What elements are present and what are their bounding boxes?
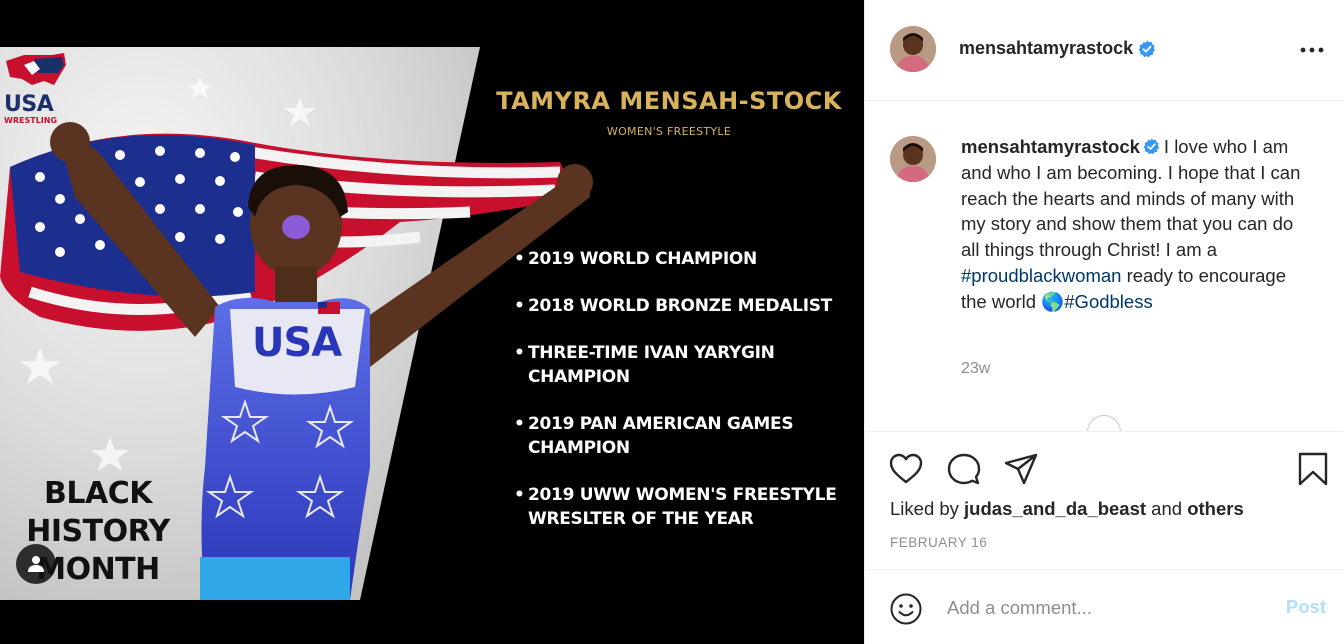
comment-icon[interactable]: [945, 450, 983, 488]
achievements-list: 2019 WORLD CHAMPION 2018 WORLD BRONZE ME…: [512, 247, 852, 554]
post-comment-button[interactable]: Post: [1286, 596, 1326, 618]
liked-prefix: Liked by: [890, 498, 965, 519]
usa-map-icon: [6, 53, 66, 85]
post-details-panel: mensahtamyrastock mensahtamyrastock I lo…: [864, 0, 1343, 644]
post-actions: Liked by judas_and_da_beast and others F…: [865, 431, 1343, 569]
hashtag-link[interactable]: #proudblackwoman: [961, 265, 1121, 286]
caption-username[interactable]: mensahtamyrastock: [961, 136, 1140, 157]
bookmark-icon[interactable]: [1296, 450, 1330, 488]
achievement-item: 2018 WORLD BRONZE MEDALIST: [512, 294, 852, 318]
load-more-comments-button[interactable]: [1087, 415, 1121, 431]
banner-line: BLACK: [44, 476, 152, 511]
header-username[interactable]: mensahtamyrastock: [959, 38, 1156, 59]
achievement-item: 2019 UWW WOMEN'S FREESTYLE WRESLTER OF T…: [512, 483, 852, 531]
avatar-image: [890, 26, 936, 72]
caption-timestamp[interactable]: 23w: [961, 360, 990, 378]
emoji-smile-icon[interactable]: [889, 592, 923, 626]
comments-section[interactable]: mensahtamyrastock I love who I am and wh…: [865, 102, 1343, 431]
verified-badge-icon: [1143, 138, 1159, 155]
liked-mid: and: [1146, 498, 1188, 519]
poster-subtitle: WOMEN'S FREESTYLE: [606, 125, 732, 138]
achievement-item: THREE-TIME IVAN YARYGIN CHAMPION: [512, 341, 852, 389]
more-options-icon: [1300, 47, 1324, 53]
achievement-item: 2019 WORLD CHAMPION: [512, 247, 852, 271]
caption-avatar[interactable]: [890, 136, 936, 182]
more-options-button[interactable]: [1298, 38, 1326, 62]
verified-badge-icon: [1138, 40, 1156, 57]
comment-input[interactable]: [947, 592, 1267, 624]
hashtag-link[interactable]: #Godbless: [1064, 291, 1152, 312]
heart-icon[interactable]: [887, 450, 925, 488]
singlet-text: USA: [252, 320, 342, 366]
avatar[interactable]: [890, 26, 936, 72]
globe-emoji: 🌎: [1041, 290, 1065, 312]
post-date[interactable]: FEBRUARY 16: [890, 535, 987, 550]
post-image[interactable]: USA WRESTLING TAMYRA MENSAH-STOCK WOMEN'…: [0, 47, 864, 600]
usa-wrestling-logo: USA WRESTLING: [4, 51, 72, 129]
user-tag-icon: [28, 556, 44, 572]
usaw-title: USA: [4, 92, 54, 117]
liked-others-link[interactable]: others: [1187, 498, 1244, 519]
liked-by-text: Liked by judas_and_da_beast and others: [890, 498, 1244, 520]
liked-user-link[interactable]: judas_and_da_beast: [964, 498, 1146, 519]
user-tag-button[interactable]: [16, 544, 56, 584]
username-text[interactable]: mensahtamyrastock: [959, 38, 1133, 59]
poster-athlete-name: TAMYRA MENSAH-STOCK: [496, 87, 842, 115]
add-comment-bar: Post: [865, 569, 1343, 644]
avatar-image: [890, 136, 936, 182]
post-header: mensahtamyrastock: [865, 0, 1343, 101]
post-caption: mensahtamyrastock I love who I am and wh…: [961, 134, 1311, 315]
usaw-subtitle: WRESTLING: [4, 116, 58, 125]
share-icon[interactable]: [1002, 450, 1040, 488]
post-media[interactable]: USA WRESTLING TAMYRA MENSAH-STOCK WOMEN'…: [0, 0, 864, 644]
achievement-item: 2019 PAN AMERICAN GAMES CHAMPION: [512, 412, 852, 460]
